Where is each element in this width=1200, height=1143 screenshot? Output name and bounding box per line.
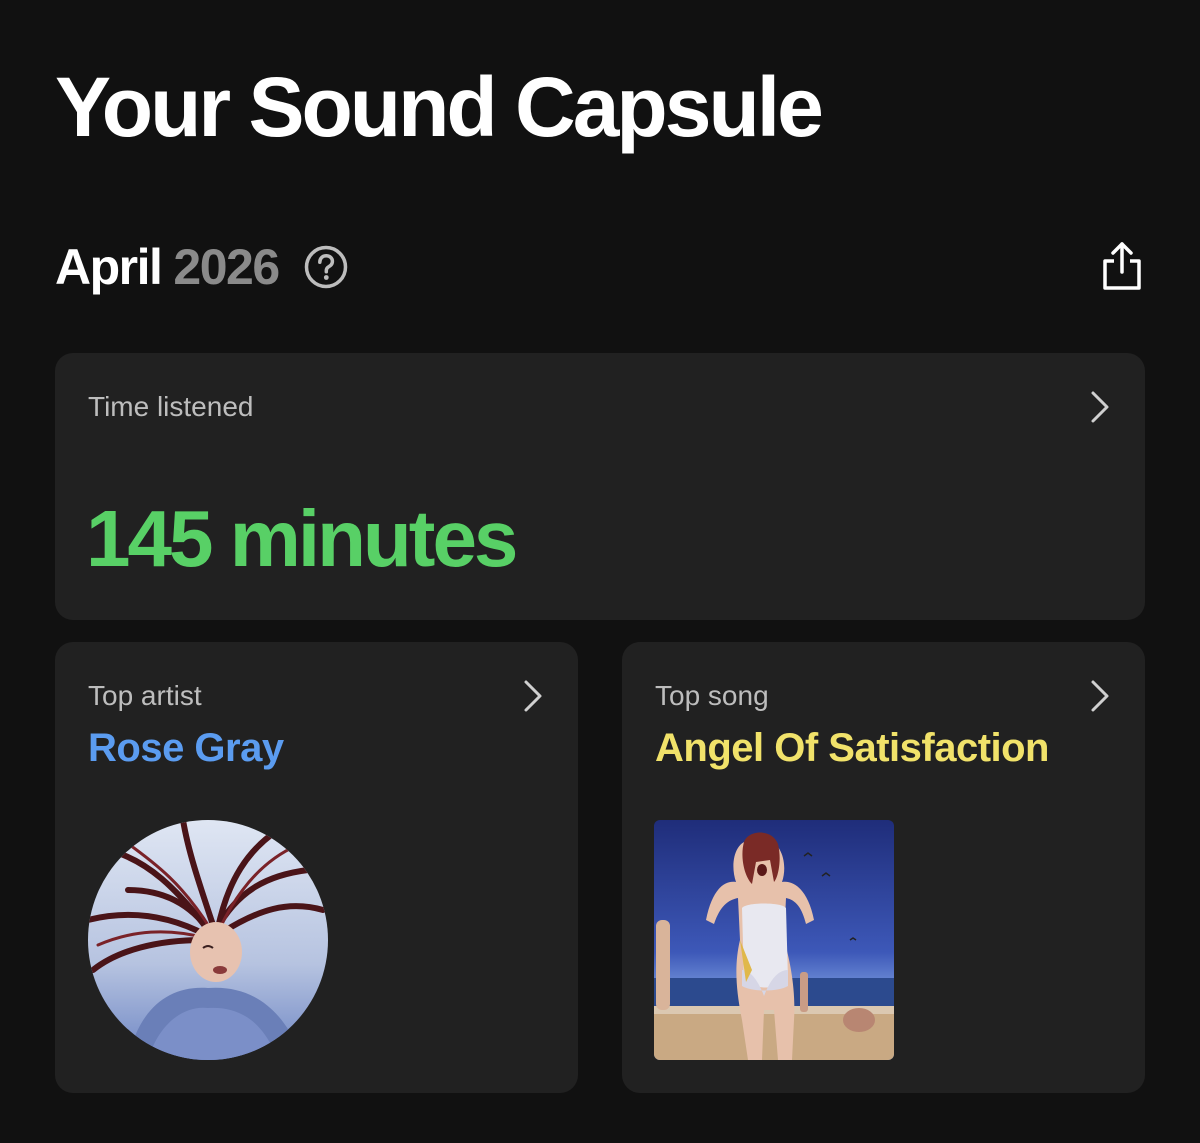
top-song-label: Top song	[655, 680, 769, 711]
page-title: Your Sound Capsule	[55, 60, 824, 154]
period-year: 2026	[173, 239, 280, 295]
help-circle-icon[interactable]	[303, 244, 349, 290]
top-artist-card[interactable]: Top artist Rose Gray	[55, 642, 578, 1093]
time-listened-value: 145 minutes	[86, 494, 518, 583]
top-song-name: Angel Of Satisfaction	[655, 726, 1050, 770]
sound-capsule-page: Your Sound Capsule April 2026 Time liste…	[0, 0, 1200, 1143]
chevron-right-icon	[1089, 678, 1111, 714]
album-cover	[654, 820, 894, 1060]
top-artist-label: Top artist	[88, 680, 202, 711]
top-song-card[interactable]: Top song Angel Of Satisfaction	[622, 642, 1145, 1093]
share-icon[interactable]	[1099, 240, 1145, 292]
chevron-right-icon	[1089, 389, 1111, 425]
period-header: April 2026	[55, 232, 1145, 302]
time-listened-card[interactable]: Time listened 145 minutes	[55, 353, 1145, 620]
chevron-right-icon	[522, 678, 544, 714]
period-month: April	[55, 239, 163, 295]
time-listened-label: Time listened	[88, 391, 254, 422]
top-artist-name: Rose Gray	[88, 726, 284, 770]
artist-photo	[88, 820, 328, 1060]
